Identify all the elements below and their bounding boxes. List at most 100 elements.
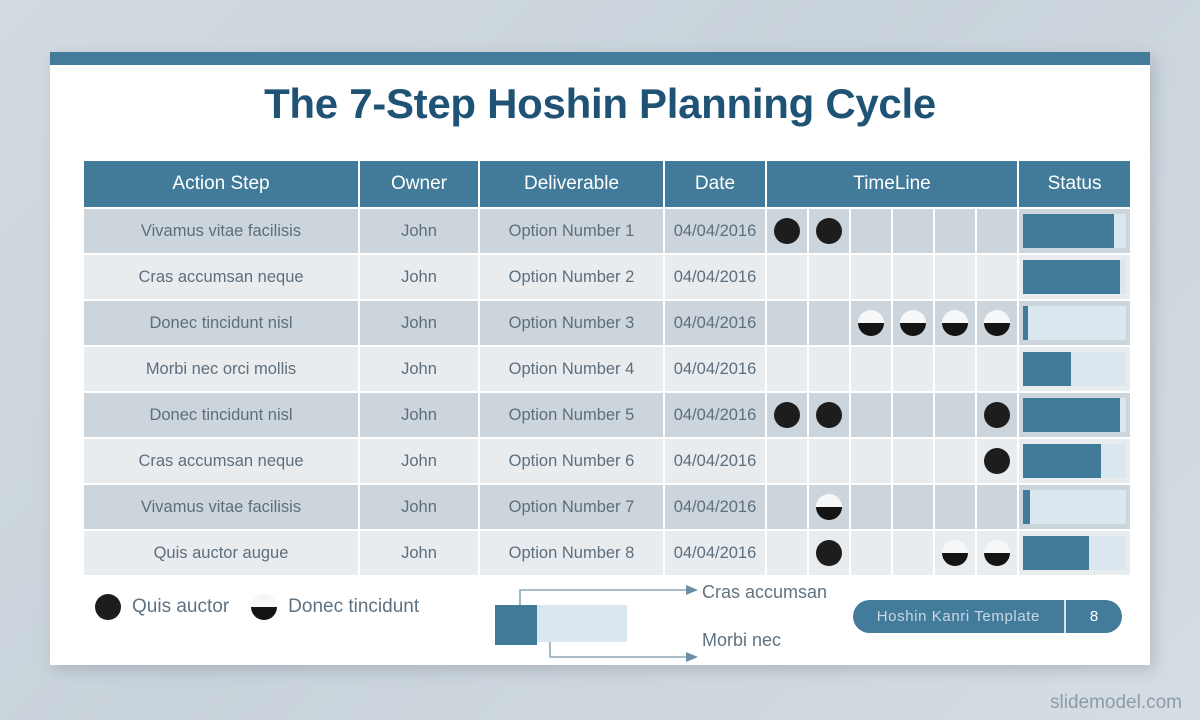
status-cell[interactable]	[1019, 393, 1131, 437]
owner-cell: John	[360, 439, 478, 483]
timeline-cell[interactable]	[893, 485, 933, 529]
timeline-cell[interactable]	[809, 209, 849, 253]
legend-item: Quis auctor	[95, 594, 229, 620]
timeline-cell[interactable]	[809, 485, 849, 529]
timeline-cell[interactable]	[851, 347, 891, 391]
timeline-cell[interactable]	[935, 439, 975, 483]
full-circle-marker-icon	[984, 448, 1011, 474]
timeline-cell[interactable]	[767, 393, 807, 437]
table-row[interactable]: Donec tincidunt nisl John Option Number 30…	[84, 301, 1131, 345]
timeline-cell[interactable]	[851, 485, 891, 529]
owner-cell: John	[360, 393, 478, 437]
timeline-cell[interactable]	[767, 347, 807, 391]
status-bar-callout-diagram: Cras accumsan Morbi nec	[490, 572, 827, 662]
timeline-cell[interactable]	[893, 301, 933, 345]
footer-page-number: 8	[1089, 608, 1099, 625]
timeline-cell[interactable]	[767, 439, 807, 483]
timeline-cell[interactable]	[809, 347, 849, 391]
date-cell: 04/04/2016	[665, 393, 765, 437]
status-cell[interactable]	[1019, 485, 1131, 529]
date-cell: 04/04/2016	[665, 301, 765, 345]
full-circle-marker-icon	[95, 594, 121, 620]
empty-marker-icon	[984, 356, 1010, 382]
status-progress-fill	[1023, 444, 1102, 478]
timeline-cell[interactable]	[767, 301, 807, 345]
legend-item-label: Quis auctor	[132, 596, 230, 617]
timeline-cell[interactable]	[935, 255, 975, 299]
half-circle-marker-icon	[942, 310, 968, 336]
status-cell[interactable]	[1019, 301, 1131, 345]
empty-marker-icon	[942, 494, 968, 520]
action-step-cell: Donec tincidunt nisl	[84, 393, 358, 437]
column-header-deliverable[interactable]: Deliverable	[480, 161, 663, 207]
status-cell[interactable]	[1019, 209, 1131, 253]
timeline-cell[interactable]	[977, 439, 1018, 483]
timeline-cell[interactable]	[935, 485, 975, 529]
timeline-cell[interactable]	[851, 301, 891, 345]
empty-marker-icon	[774, 264, 800, 290]
timeline-cell[interactable]	[767, 485, 807, 529]
empty-marker-icon	[942, 264, 968, 290]
footer-template-badge[interactable]: Hoshin Kanri Template 8	[852, 600, 1122, 633]
empty-marker-icon	[900, 402, 926, 428]
timeline-cell[interactable]	[977, 301, 1018, 345]
timeline-cell[interactable]	[935, 209, 975, 253]
timeline-cell[interactable]	[851, 255, 891, 299]
timeline-cell[interactable]	[851, 393, 891, 437]
table-row[interactable]: Vivamus vitae facilisis John Option Number…	[84, 209, 1131, 253]
action-step-cell: Cras accumsan neque	[84, 439, 358, 483]
column-header-owner[interactable]: Owner	[360, 161, 478, 207]
owner-cell: John	[360, 347, 478, 391]
table-row[interactable]: Cras accumsan neque John Option Number 6 04…	[84, 439, 1131, 483]
timeline-cell[interactable]	[977, 485, 1018, 529]
empty-marker-icon	[900, 264, 926, 290]
deliverable-cell: Option Number 6	[480, 439, 663, 483]
timeline-cell[interactable]	[767, 255, 807, 299]
table-row[interactable]: Cras accumsan neque John Option Number 2 04…	[84, 255, 1131, 299]
timeline-cell[interactable]	[893, 255, 933, 299]
timeline-cell[interactable]	[851, 439, 891, 483]
action-step-cell: Vivamus vitae facilisis	[84, 209, 358, 253]
empty-marker-icon	[816, 356, 842, 382]
timeline-cell[interactable]	[809, 255, 849, 299]
timeline-cell[interactable]	[977, 393, 1018, 437]
timeline-cell[interactable]	[935, 347, 975, 391]
column-header-action-step[interactable]: Action Step	[84, 161, 358, 207]
column-header-date[interactable]: Date	[665, 161, 765, 207]
empty-marker-icon	[900, 448, 926, 474]
status-cell[interactable]	[1019, 255, 1131, 299]
status-progress-track	[1023, 214, 1127, 248]
status-progress-fill	[1023, 214, 1114, 248]
timeline-cell[interactable]	[851, 209, 891, 253]
timeline-cell[interactable]	[893, 439, 933, 483]
status-progress-fill	[1023, 352, 1072, 386]
date-cell: 04/04/2016	[665, 209, 765, 253]
status-progress-track	[1023, 352, 1127, 386]
table-row[interactable]: Donec tincidunt nisl John Option Number 50…	[84, 393, 1131, 437]
timeline-cell[interactable]	[809, 301, 849, 345]
timeline-cell[interactable]	[935, 393, 975, 437]
status-cell[interactable]	[1019, 347, 1131, 391]
timeline-cell[interactable]	[977, 255, 1018, 299]
callout-label-top: Cras accumsan	[702, 582, 828, 602]
hoshin-action-plan-table: Action Step Owner Deliverable Date TimeL…	[82, 159, 1131, 577]
table-row[interactable]: Morbi nec orci mollis John Option Number 4…	[84, 347, 1131, 391]
timeline-cell[interactable]	[977, 347, 1018, 391]
timeline-cell[interactable]	[809, 393, 849, 437]
timeline-cell[interactable]	[893, 209, 933, 253]
timeline-cell[interactable]	[893, 393, 933, 437]
status-cell[interactable]	[1019, 439, 1131, 483]
timeline-cell[interactable]	[767, 209, 807, 253]
owner-cell: John	[360, 485, 478, 529]
timeline-cell[interactable]	[809, 439, 849, 483]
column-header-status[interactable]: Status	[1019, 161, 1131, 207]
timeline-cell[interactable]	[977, 209, 1018, 253]
timeline-cell[interactable]	[935, 301, 975, 345]
deliverable-cell: Option Number 3	[480, 301, 663, 345]
empty-marker-icon	[858, 264, 884, 290]
column-header-timeline[interactable]: TimeLine	[767, 161, 1018, 207]
table-row[interactable]: Vivamus vitae facilisis John Option Number…	[84, 485, 1131, 529]
empty-marker-icon	[816, 448, 842, 474]
slide-footer-zone: Quis auctor Donec tincidunt Cras accumsan…	[50, 552, 1150, 665]
timeline-cell[interactable]	[893, 347, 933, 391]
